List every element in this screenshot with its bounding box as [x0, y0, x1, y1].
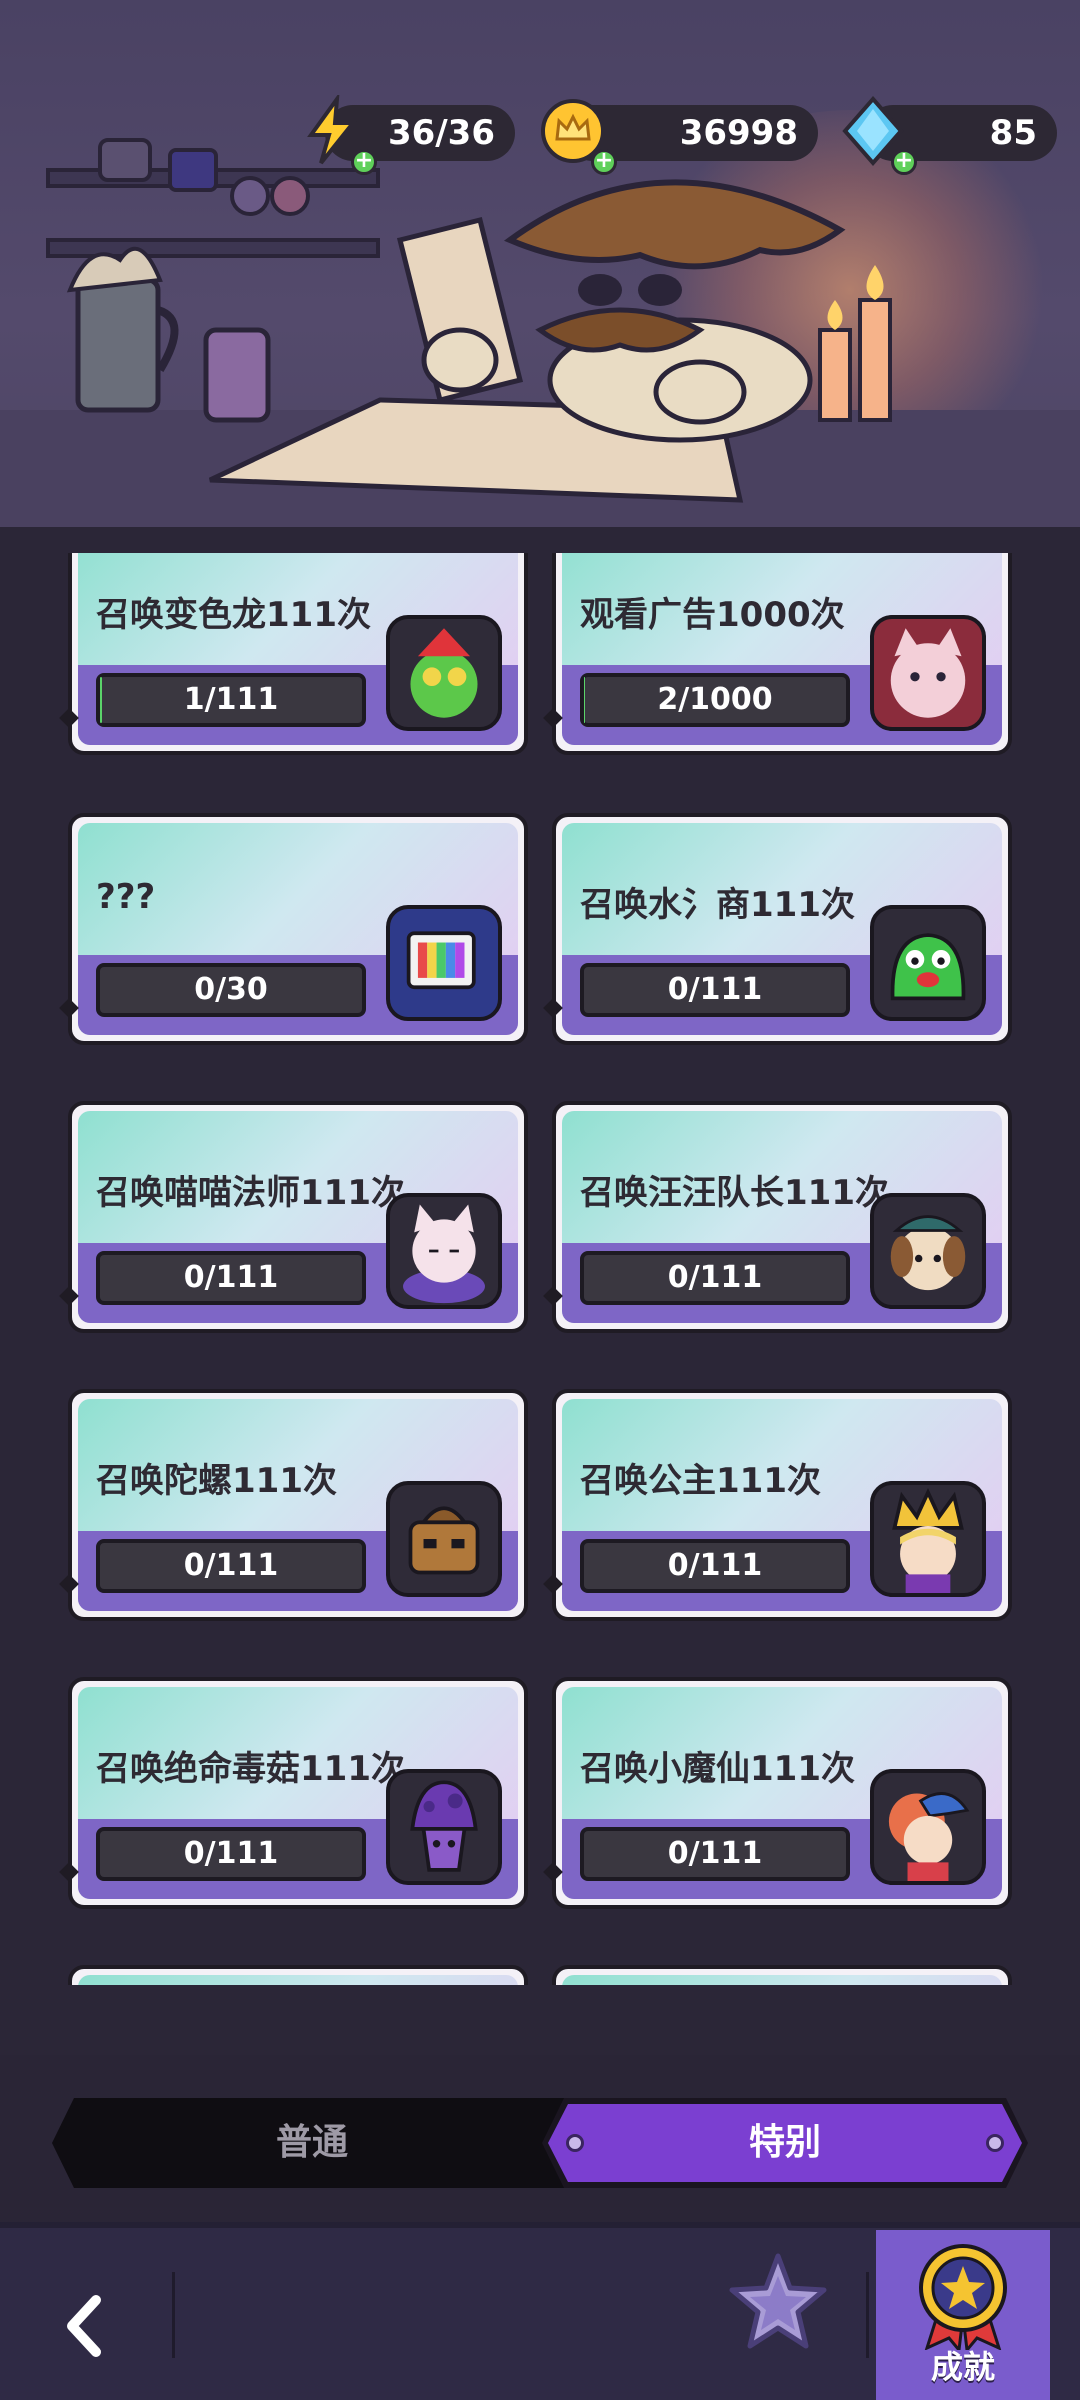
energy-counter[interactable]: + 36/36 [307, 95, 515, 175]
gem-counter[interactable]: + 85 [842, 95, 1057, 175]
achievement-tab-button[interactable]: 成就 [876, 2230, 1050, 2400]
achievement-card[interactable]: 召唤水氵商111次 0/111 [543, 813, 1012, 1045]
achievement-card[interactable]: 召唤喵喵法师111次 0/111 [59, 1101, 528, 1333]
tab-special[interactable]: 特别 [542, 2098, 1028, 2188]
add-gold-icon[interactable]: + [591, 149, 617, 175]
achievement-card[interactable]: 召唤变色龙111次 1/111 [59, 553, 528, 755]
add-gems-icon[interactable]: + [891, 149, 917, 175]
progress-bar: 1/111 [96, 673, 366, 727]
achievement-title: 召唤小魔仙111次 [580, 1749, 855, 1789]
gold-counter[interactable]: + 36998 [541, 99, 818, 175]
achievement-title: ??? [96, 877, 156, 917]
achievement-card[interactable] [552, 1965, 1012, 1985]
achievement-card[interactable]: 观看广告1000次 2/1000 [543, 553, 1012, 755]
slime-portrait-icon [870, 905, 986, 1021]
cat-mage-portrait-icon [386, 1193, 502, 1309]
gold-value: 36998 [679, 113, 798, 153]
progress-text: 1/111 [183, 682, 279, 717]
progress-bar: 2/1000 [580, 673, 850, 727]
little-fairy-portrait-icon [870, 1769, 986, 1885]
progress-text: 0/111 [183, 1548, 279, 1583]
achievement-card[interactable]: 召唤汪汪队长111次 0/111 [543, 1101, 1012, 1333]
back-arrow-icon[interactable] [40, 2278, 136, 2374]
achievement-title: 召唤陀螺111次 [96, 1461, 337, 1501]
progress-bar: 0/30 [96, 963, 366, 1017]
progress-bar: 0/111 [96, 1539, 366, 1593]
add-energy-icon[interactable]: + [351, 149, 377, 175]
achievement-card[interactable]: 召唤绝命毒菇111次 0/111 [59, 1677, 528, 1909]
divider [172, 2272, 175, 2358]
progress-bar: 0/111 [580, 1827, 850, 1881]
shop-keeper-illustration [46, 138, 892, 503]
progress-bar: 0/111 [580, 1539, 850, 1593]
poison-mushroom-portrait-icon [386, 1769, 502, 1885]
achievement-list[interactable]: 召唤变色龙111次 1/111 观看广告1000次 2/1000 ??? 0/3… [0, 553, 1080, 1985]
progress-text: 0/111 [667, 972, 763, 1007]
achievement-card[interactable]: 召唤陀螺111次 0/111 [59, 1389, 528, 1621]
star-icon[interactable] [726, 2250, 830, 2354]
divider [866, 2272, 869, 2358]
achievement-title: 召唤水氵商111次 [580, 885, 855, 925]
achievement-title: 召唤公主111次 [580, 1461, 821, 1501]
gem-value: 85 [989, 113, 1037, 153]
achievement-title: 召唤喵喵法师111次 [96, 1173, 405, 1213]
achievement-card[interactable] [68, 1965, 528, 1985]
progress-bar: 0/111 [580, 963, 850, 1017]
achievement-card[interactable]: 召唤公主111次 0/111 [543, 1389, 1012, 1621]
category-tabs: 普通 特别 [52, 2098, 1028, 2188]
chameleon-portrait-icon [386, 615, 502, 731]
progress-text: 2/1000 [657, 682, 773, 717]
tab-special-label: 特别 [748, 2122, 821, 2163]
achievement-card[interactable]: ??? 0/30 [59, 813, 528, 1045]
progress-text: 0/111 [667, 1260, 763, 1295]
progress-text: 0/111 [183, 1836, 279, 1871]
cat-portrait-icon [870, 615, 986, 731]
bottom-navigation: 成就 [0, 2222, 1080, 2400]
progress-bar: 0/111 [96, 1827, 366, 1881]
energy-value: 36/36 [387, 113, 495, 153]
tv-portrait-icon [386, 905, 502, 1021]
tab-normal[interactable]: 普通 [52, 2098, 572, 2188]
progress-text: 0/111 [667, 1836, 763, 1871]
achievement-tab-label: 成就 [930, 2348, 995, 2386]
achievement-title: 召唤绝命毒菇111次 [96, 1749, 405, 1789]
progress-text: 0/30 [194, 972, 268, 1007]
achievement-title: 观看广告1000次 [580, 595, 845, 635]
progress-text: 0/111 [667, 1548, 763, 1583]
tab-normal-label: 普通 [275, 2122, 348, 2163]
header-scene: + 36/36 + 36998 + 85 [0, 0, 1080, 527]
spinning-top-portrait-icon [386, 1481, 502, 1597]
princess-portrait-icon [870, 1481, 986, 1597]
progress-bar: 0/111 [96, 1251, 366, 1305]
achievement-card[interactable]: 召唤小魔仙111次 0/111 [543, 1677, 1012, 1909]
progress-bar: 0/111 [580, 1251, 850, 1305]
achievement-title: 召唤变色龙111次 [96, 595, 371, 635]
dog-captain-portrait-icon [870, 1193, 986, 1309]
achievement-title: 召唤汪汪队长111次 [580, 1173, 889, 1213]
progress-text: 0/111 [183, 1260, 279, 1295]
achievement-panel: 召唤变色龙111次 1/111 观看广告1000次 2/1000 ??? 0/3… [0, 527, 1080, 2055]
medal-icon [919, 2244, 1007, 2350]
